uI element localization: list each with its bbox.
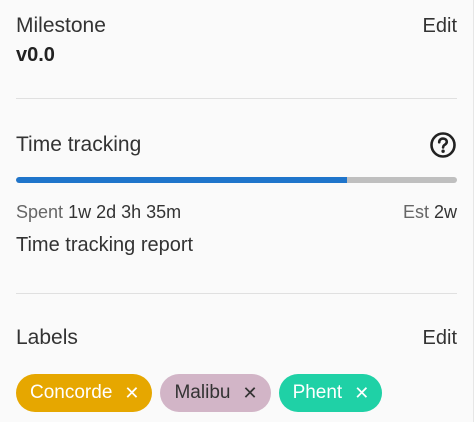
time-tracking-title: Time tracking: [16, 133, 142, 156]
issue-sidebar: Milestone Edit v0.0 Time tracking Spent: [0, 0, 474, 422]
milestone-value: v0.0: [16, 44, 55, 66]
time-estimate: Est 2w: [403, 202, 457, 223]
time-tracking-progress-wrap: [16, 177, 457, 183]
label-name: Concorde: [30, 382, 113, 403]
milestone-section: Milestone Edit v0.0: [16, 14, 457, 67]
milestone-edit-button[interactable]: Edit: [423, 15, 457, 38]
label-pill[interactable]: Concorde ✕: [16, 374, 153, 412]
labels-list-wrap: Concorde ✕ Malibu ✕ Phent ✕: [16, 374, 457, 412]
labels-list: Concorde ✕ Malibu ✕ Phent ✕: [16, 374, 457, 412]
close-icon[interactable]: ✕: [354, 384, 369, 402]
label-pill[interactable]: Malibu ✕: [160, 374, 271, 412]
label-name: Malibu: [174, 382, 231, 403]
time-estimate-label: Est: [402, 202, 429, 222]
time-tracking-report: Time tracking report: [16, 234, 457, 257]
time-spent: Spent 1w 2d 3h 35m: [16, 202, 181, 223]
labels-title: Labels: [16, 326, 78, 349]
close-icon[interactable]: ✕: [242, 384, 257, 402]
time-tracking-progress-fill: [16, 177, 347, 183]
question-circle-icon[interactable]: [429, 131, 457, 159]
divider: [16, 98, 457, 99]
label-pill[interactable]: Phent ✕: [278, 374, 383, 412]
divider: [16, 293, 457, 294]
time-tracking-meta: Spent 1w 2d 3h 35m Est 2w: [16, 202, 457, 223]
close-icon[interactable]: ✕: [124, 384, 139, 402]
time-tracking-progress-bar: [16, 177, 457, 183]
time-tracking-section: Time tracking: [16, 131, 457, 159]
time-spent-label: Spent: [16, 202, 64, 222]
time-estimate-value: 2w: [433, 202, 457, 222]
label-name: Phent: [292, 382, 343, 403]
time-spent-value: 1w 2d 3h 35m: [68, 202, 182, 222]
milestone-title: Milestone: [16, 14, 106, 37]
labels-edit-button[interactable]: Edit: [423, 327, 457, 350]
labels-section: Labels Edit: [16, 326, 457, 350]
time-tracking-report-link[interactable]: Time tracking report: [16, 234, 193, 256]
